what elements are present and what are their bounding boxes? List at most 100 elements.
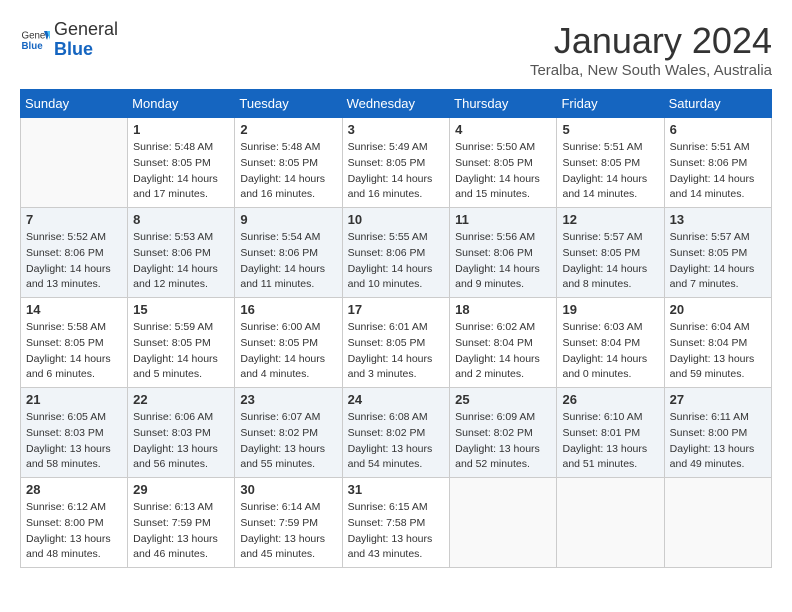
day-number: 12 bbox=[562, 212, 658, 227]
day-number: 24 bbox=[348, 392, 445, 407]
calendar-cell: 19 Sunrise: 6:03 AMSunset: 8:04 PMDayligh… bbox=[557, 298, 664, 388]
day-number: 31 bbox=[348, 482, 445, 497]
day-number: 14 bbox=[26, 302, 122, 317]
day-number: 11 bbox=[455, 212, 551, 227]
calendar-cell: 17Sunrise: 6:01 AMSunset: 8:05 PMDayligh… bbox=[342, 298, 450, 388]
col-monday: Monday bbox=[128, 90, 235, 118]
calendar-cell bbox=[664, 478, 771, 568]
calendar-cell: 26 Sunrise: 6:10 AMSunset: 8:01 PMDayligh… bbox=[557, 388, 664, 478]
calendar-cell bbox=[557, 478, 664, 568]
calendar-cell: 31 Sunrise: 6:15 AMSunset: 7:58 PMDayligh… bbox=[342, 478, 450, 568]
day-number: 3 bbox=[348, 122, 445, 137]
day-number: 5 bbox=[562, 122, 658, 137]
day-info: Sunrise: 6:05 AMSunset: 8:03 PMDaylight:… bbox=[26, 410, 122, 473]
day-number: 8 bbox=[133, 212, 229, 227]
calendar-cell: 12 Sunrise: 5:57 AMSunset: 8:05 PMDayligh… bbox=[557, 208, 664, 298]
day-number: 21 bbox=[26, 392, 122, 407]
calendar-table: Sunday Monday Tuesday Wednesday Thursday… bbox=[20, 89, 772, 568]
calendar-cell: 15Sunrise: 5:59 AMSunset: 8:05 PMDayligh… bbox=[128, 298, 235, 388]
calendar-cell: 6Sunrise: 5:51 AMSunset: 8:06 PMDaylight… bbox=[664, 118, 771, 208]
calendar-cell: 14 Sunrise: 5:58 AMSunset: 8:05 PMDayligh… bbox=[21, 298, 128, 388]
logo-blue: Blue bbox=[54, 39, 93, 59]
logo-general: General bbox=[54, 19, 118, 39]
day-info: Sunrise: 5:52 AMSunset: 8:06 PMDaylight:… bbox=[26, 230, 122, 293]
day-info: Sunrise: 6:13 AMSunset: 7:59 PMDaylight:… bbox=[133, 500, 229, 563]
day-number: 25 bbox=[455, 392, 551, 407]
calendar-cell: 10 Sunrise: 5:55 AMSunset: 8:06 PMDayligh… bbox=[342, 208, 450, 298]
day-number: 22 bbox=[133, 392, 229, 407]
title-area: January 2024 Teralba, New South Wales, A… bbox=[530, 20, 772, 79]
calendar-header-row: Sunday Monday Tuesday Wednesday Thursday… bbox=[21, 90, 772, 118]
day-info: Sunrise: 6:04 AMSunset: 8:04 PMDaylight:… bbox=[670, 320, 766, 383]
day-info: Sunrise: 5:54 AMSunset: 8:06 PMDaylight:… bbox=[240, 230, 336, 293]
day-info: Sunrise: 6:09 AMSunset: 8:02 PMDaylight:… bbox=[455, 410, 551, 473]
day-info: Sunrise: 5:51 AMSunset: 8:05 PMDaylight:… bbox=[562, 140, 658, 203]
calendar-week-row: 28Sunrise: 6:12 AMSunset: 8:00 PMDayligh… bbox=[21, 478, 772, 568]
day-info: Sunrise: 6:10 AMSunset: 8:01 PMDaylight:… bbox=[562, 410, 658, 473]
day-number: 1 bbox=[133, 122, 229, 137]
logo: General Blue General Blue bbox=[20, 20, 118, 60]
day-info: Sunrise: 5:57 AMSunset: 8:05 PMDaylight:… bbox=[562, 230, 658, 293]
calendar-cell: 3 Sunrise: 5:49 AMSunset: 8:05 PMDaylight… bbox=[342, 118, 450, 208]
calendar-week-row: 21 Sunrise: 6:05 AMSunset: 8:03 PMDayligh… bbox=[21, 388, 772, 478]
page-header: General Blue General Blue January 2024 T… bbox=[20, 20, 772, 79]
col-sunday: Sunday bbox=[21, 90, 128, 118]
day-number: 2 bbox=[240, 122, 336, 137]
day-info: Sunrise: 5:49 AMSunset: 8:05 PMDaylight:… bbox=[348, 140, 445, 203]
calendar-cell: 11Sunrise: 5:56 AMSunset: 8:06 PMDayligh… bbox=[450, 208, 557, 298]
day-info: Sunrise: 5:55 AMSunset: 8:06 PMDaylight:… bbox=[348, 230, 445, 293]
day-number: 19 bbox=[562, 302, 658, 317]
calendar-cell: 22 Sunrise: 6:06 AMSunset: 8:03 PMDayligh… bbox=[128, 388, 235, 478]
day-info: Sunrise: 6:06 AMSunset: 8:03 PMDaylight:… bbox=[133, 410, 229, 473]
col-tuesday: Tuesday bbox=[235, 90, 342, 118]
calendar-cell: 20 Sunrise: 6:04 AMSunset: 8:04 PMDayligh… bbox=[664, 298, 771, 388]
calendar-week-row: 7 Sunrise: 5:52 AMSunset: 8:06 PMDaylight… bbox=[21, 208, 772, 298]
calendar-cell bbox=[450, 478, 557, 568]
calendar-week-row: 14 Sunrise: 5:58 AMSunset: 8:05 PMDayligh… bbox=[21, 298, 772, 388]
calendar-cell: 28Sunrise: 6:12 AMSunset: 8:00 PMDayligh… bbox=[21, 478, 128, 568]
day-info: Sunrise: 6:14 AMSunset: 7:59 PMDaylight:… bbox=[240, 500, 336, 563]
calendar-cell: 8 Sunrise: 5:53 AMSunset: 8:06 PMDaylight… bbox=[128, 208, 235, 298]
day-number: 26 bbox=[562, 392, 658, 407]
day-number: 13 bbox=[670, 212, 766, 227]
logo-icon: General Blue bbox=[20, 25, 50, 55]
day-info: Sunrise: 5:57 AMSunset: 8:05 PMDaylight:… bbox=[670, 230, 766, 293]
calendar-cell: 21 Sunrise: 6:05 AMSunset: 8:03 PMDayligh… bbox=[21, 388, 128, 478]
day-info: Sunrise: 6:07 AMSunset: 8:02 PMDaylight:… bbox=[240, 410, 336, 473]
day-number: 9 bbox=[240, 212, 336, 227]
day-number: 29 bbox=[133, 482, 229, 497]
col-friday: Friday bbox=[557, 90, 664, 118]
day-info: Sunrise: 6:15 AMSunset: 7:58 PMDaylight:… bbox=[348, 500, 445, 563]
day-number: 10 bbox=[348, 212, 445, 227]
day-info: Sunrise: 5:50 AMSunset: 8:05 PMDaylight:… bbox=[455, 140, 551, 203]
calendar-cell: 27 Sunrise: 6:11 AMSunset: 8:00 PMDayligh… bbox=[664, 388, 771, 478]
logo-text: General Blue bbox=[54, 20, 118, 60]
day-info: Sunrise: 5:48 AMSunset: 8:05 PMDaylight:… bbox=[240, 140, 336, 203]
calendar-cell: 29 Sunrise: 6:13 AMSunset: 7:59 PMDayligh… bbox=[128, 478, 235, 568]
day-info: Sunrise: 5:58 AMSunset: 8:05 PMDaylight:… bbox=[26, 320, 122, 383]
calendar-cell: 13 Sunrise: 5:57 AMSunset: 8:05 PMDayligh… bbox=[664, 208, 771, 298]
day-info: Sunrise: 5:53 AMSunset: 8:06 PMDaylight:… bbox=[133, 230, 229, 293]
calendar-cell: 4 Sunrise: 5:50 AMSunset: 8:05 PMDaylight… bbox=[450, 118, 557, 208]
day-number: 30 bbox=[240, 482, 336, 497]
calendar-week-row: 1 Sunrise: 5:48 AMSunset: 8:05 PMDaylight… bbox=[21, 118, 772, 208]
calendar-cell: 23Sunrise: 6:07 AMSunset: 8:02 PMDayligh… bbox=[235, 388, 342, 478]
day-info: Sunrise: 6:11 AMSunset: 8:00 PMDaylight:… bbox=[670, 410, 766, 473]
day-info: Sunrise: 5:59 AMSunset: 8:05 PMDaylight:… bbox=[133, 320, 229, 383]
day-info: Sunrise: 6:03 AMSunset: 8:04 PMDaylight:… bbox=[562, 320, 658, 383]
day-info: Sunrise: 6:12 AMSunset: 8:00 PMDaylight:… bbox=[26, 500, 122, 563]
col-saturday: Saturday bbox=[664, 90, 771, 118]
day-number: 17 bbox=[348, 302, 445, 317]
day-number: 27 bbox=[670, 392, 766, 407]
day-number: 20 bbox=[670, 302, 766, 317]
day-number: 4 bbox=[455, 122, 551, 137]
calendar-cell bbox=[21, 118, 128, 208]
month-title: January 2024 bbox=[530, 20, 772, 62]
day-number: 18 bbox=[455, 302, 551, 317]
col-wednesday: Wednesday bbox=[342, 90, 450, 118]
day-number: 6 bbox=[670, 122, 766, 137]
day-number: 7 bbox=[26, 212, 122, 227]
calendar-cell: 30 Sunrise: 6:14 AMSunset: 7:59 PMDayligh… bbox=[235, 478, 342, 568]
calendar-cell: 9 Sunrise: 5:54 AMSunset: 8:06 PMDaylight… bbox=[235, 208, 342, 298]
calendar-cell: 24Sunrise: 6:08 AMSunset: 8:02 PMDayligh… bbox=[342, 388, 450, 478]
